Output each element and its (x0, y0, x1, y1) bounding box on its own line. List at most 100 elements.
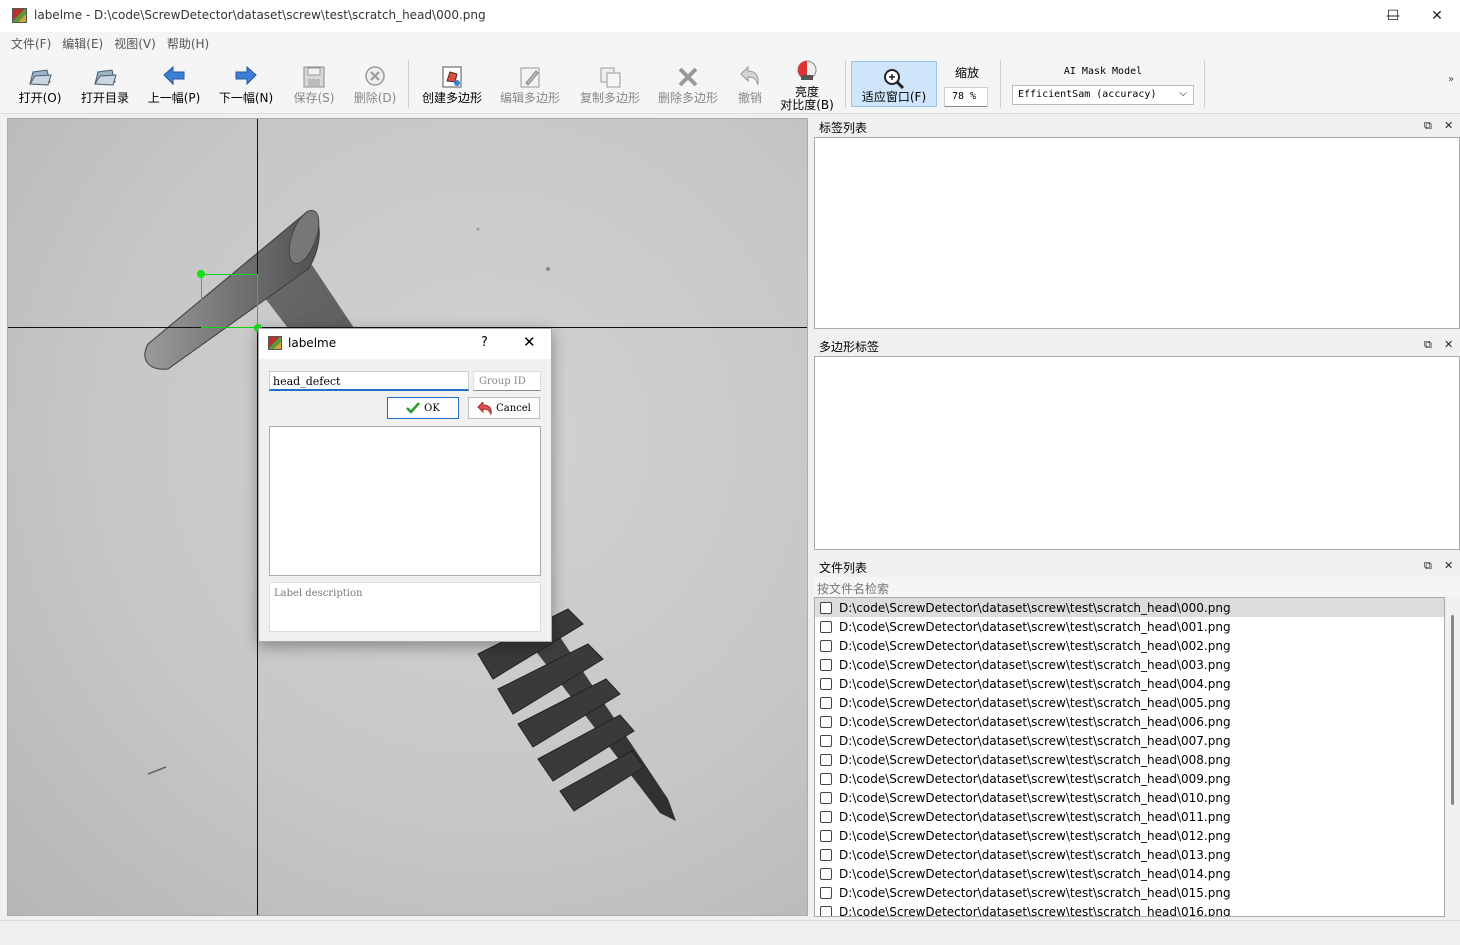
file-checkbox[interactable] (820, 601, 832, 614)
delete-polygon-button[interactable]: 删除多边形 (654, 58, 722, 112)
polygon-labels-panel[interactable] (814, 356, 1460, 550)
file-checkbox[interactable] (820, 677, 832, 690)
file-list-item[interactable]: D:\code\ScrewDetector\dataset\screw\test… (815, 902, 1444, 916)
file-checkbox[interactable] (820, 658, 832, 671)
toolbar-more-button[interactable]: » (1448, 74, 1454, 85)
file-checkbox[interactable] (820, 905, 832, 916)
save-icon (301, 64, 327, 90)
dialog-title: labelme (288, 336, 337, 350)
toolbar-separator (408, 60, 409, 108)
dialog-label-list[interactable] (269, 426, 541, 576)
group-id-input[interactable]: Group ID (473, 371, 541, 391)
file-list-item[interactable]: D:\code\ScrewDetector\dataset\screw\test… (815, 655, 1444, 674)
create-polygon-button[interactable]: 创建多边形 (418, 58, 486, 112)
menu-file[interactable]: 文件(F) (6, 32, 57, 54)
file-checkbox[interactable] (820, 848, 832, 861)
close-dock-button[interactable]: ✕ (1444, 338, 1453, 351)
delete-file-button[interactable]: 删除(D) (350, 58, 400, 112)
file-checkbox[interactable] (820, 639, 832, 652)
float-dock-button[interactable]: ⧉ (1424, 338, 1432, 352)
labelme-app-icon (12, 8, 27, 23)
ai-model-select[interactable]: EfficientSam (accuracy) ⌵ (1012, 85, 1194, 105)
open-dir-button[interactable]: 打开目录 (78, 58, 132, 112)
file-checkbox[interactable] (820, 715, 832, 728)
file-list-item[interactable]: D:\code\ScrewDetector\dataset\screw\test… (815, 883, 1444, 902)
file-list-scrollbar[interactable] (1445, 597, 1460, 917)
file-checkbox[interactable] (820, 886, 832, 899)
save-button[interactable]: 保存(S) (290, 58, 338, 112)
annotation-vertex[interactable] (197, 270, 205, 278)
file-search-input[interactable]: 按文件名检索 (814, 577, 1460, 597)
file-list-item[interactable]: D:\code\ScrewDetector\dataset\screw\test… (815, 731, 1444, 750)
prev-image-button[interactable]: 上一幅(P) (144, 58, 204, 112)
file-checkbox[interactable] (820, 753, 832, 766)
file-checkbox[interactable] (820, 734, 832, 747)
file-checkbox[interactable] (820, 829, 832, 842)
file-list-item[interactable]: D:\code\ScrewDetector\dataset\screw\test… (815, 769, 1444, 788)
maximize-button[interactable]: ☐ (1370, 0, 1416, 32)
duplicate-polygon-button[interactable]: 复制多边形 (576, 58, 644, 112)
label-list-panel[interactable] (814, 137, 1460, 329)
zoom-input[interactable]: 78 % (944, 87, 988, 107)
file-list-item[interactable]: D:\code\ScrewDetector\dataset\screw\test… (815, 693, 1444, 712)
file-list-item[interactable]: D:\code\ScrewDetector\dataset\screw\test… (815, 636, 1444, 655)
open-dir-label: 打开目录 (80, 91, 129, 105)
zoom-fit-icon (882, 68, 906, 90)
file-checkbox[interactable] (820, 620, 832, 633)
file-list-item[interactable]: D:\code\ScrewDetector\dataset\screw\test… (815, 826, 1444, 845)
file-list-item[interactable]: D:\code\ScrewDetector\dataset\screw\test… (815, 788, 1444, 807)
open-button[interactable]: 打开(O) (16, 58, 64, 112)
close-dock-button[interactable]: ✕ (1444, 119, 1453, 132)
close-dock-button[interactable]: ✕ (1444, 559, 1453, 572)
ok-button[interactable]: OK (387, 397, 459, 419)
next-image-button[interactable]: 下一幅(N) (216, 58, 276, 112)
title-bar: labelme - D:\code\ScrewDetector\dataset\… (0, 0, 1460, 32)
fit-window-button[interactable]: 适应窗口(F) (851, 61, 937, 107)
delete-file-label: 删除(D) (353, 91, 397, 105)
file-path: D:\code\ScrewDetector\dataset\screw\test… (839, 695, 1231, 710)
file-path: D:\code\ScrewDetector\dataset\screw\test… (839, 809, 1231, 824)
file-checkbox[interactable] (820, 772, 832, 785)
brightness-contrast-button[interactable]: 亮度 对比度(B) (776, 58, 838, 112)
file-checkbox[interactable] (820, 791, 832, 804)
file-list-item[interactable]: D:\code\ScrewDetector\dataset\screw\test… (815, 807, 1444, 826)
file-checkbox[interactable] (820, 867, 832, 880)
arrow-right-icon (233, 64, 259, 90)
menu-edit[interactable]: 编辑(E) (57, 32, 109, 54)
float-dock-button[interactable]: ⧉ (1424, 119, 1432, 133)
labelme-app-icon (268, 336, 282, 350)
file-path: D:\code\ScrewDetector\dataset\screw\test… (839, 676, 1231, 691)
file-list-item[interactable]: D:\code\ScrewDetector\dataset\screw\test… (815, 712, 1444, 731)
undo-button[interactable]: 撤销 (732, 58, 768, 112)
file-list-item[interactable]: D:\code\ScrewDetector\dataset\screw\test… (815, 750, 1444, 769)
label-name-input[interactable]: head_defect (269, 371, 469, 391)
cancel-button[interactable]: Cancel (468, 397, 540, 419)
file-list-item[interactable]: D:\code\ScrewDetector\dataset\screw\test… (815, 598, 1444, 617)
edit-polygon-button[interactable]: 编辑多边形 (496, 58, 564, 112)
help-button[interactable]: ? (481, 335, 488, 350)
label-description-input[interactable]: Label description (269, 582, 541, 632)
dialog-title-bar: labelme ? ✕ (259, 329, 551, 359)
file-path: D:\code\ScrewDetector\dataset\screw\test… (839, 790, 1231, 805)
file-list-dock-title: 文件列表 (814, 556, 1460, 576)
file-list[interactable]: D:\code\ScrewDetector\dataset\screw\test… (814, 597, 1445, 917)
delete-polygon-label: 删除多边形 (657, 91, 718, 105)
file-list-item[interactable]: D:\code\ScrewDetector\dataset\screw\test… (815, 617, 1444, 636)
dialog-close-button[interactable]: ✕ (523, 333, 536, 351)
menu-help[interactable]: 帮助(H) (162, 32, 215, 54)
file-list-item[interactable]: D:\code\ScrewDetector\dataset\screw\test… (815, 674, 1444, 693)
label-list-dock-title: 标签列表 (814, 116, 1460, 136)
toolbar-separator (1000, 60, 1001, 108)
brightness-label-2: 对比度(B) (780, 98, 834, 112)
edit-polygon-label: 编辑多边形 (499, 91, 560, 105)
scrollbar-thumb[interactable] (1451, 615, 1454, 805)
file-checkbox[interactable] (820, 696, 832, 709)
file-list-item[interactable]: D:\code\ScrewDetector\dataset\screw\test… (815, 845, 1444, 864)
file-path: D:\code\ScrewDetector\dataset\screw\test… (839, 828, 1231, 843)
close-button[interactable]: ✕ (1414, 0, 1460, 32)
menu-view[interactable]: 视图(V) (109, 32, 162, 54)
annotation-rectangle[interactable] (201, 274, 258, 328)
file-list-item[interactable]: D:\code\ScrewDetector\dataset\screw\test… (815, 864, 1444, 883)
float-dock-button[interactable]: ⧉ (1424, 559, 1432, 573)
file-checkbox[interactable] (820, 810, 832, 823)
